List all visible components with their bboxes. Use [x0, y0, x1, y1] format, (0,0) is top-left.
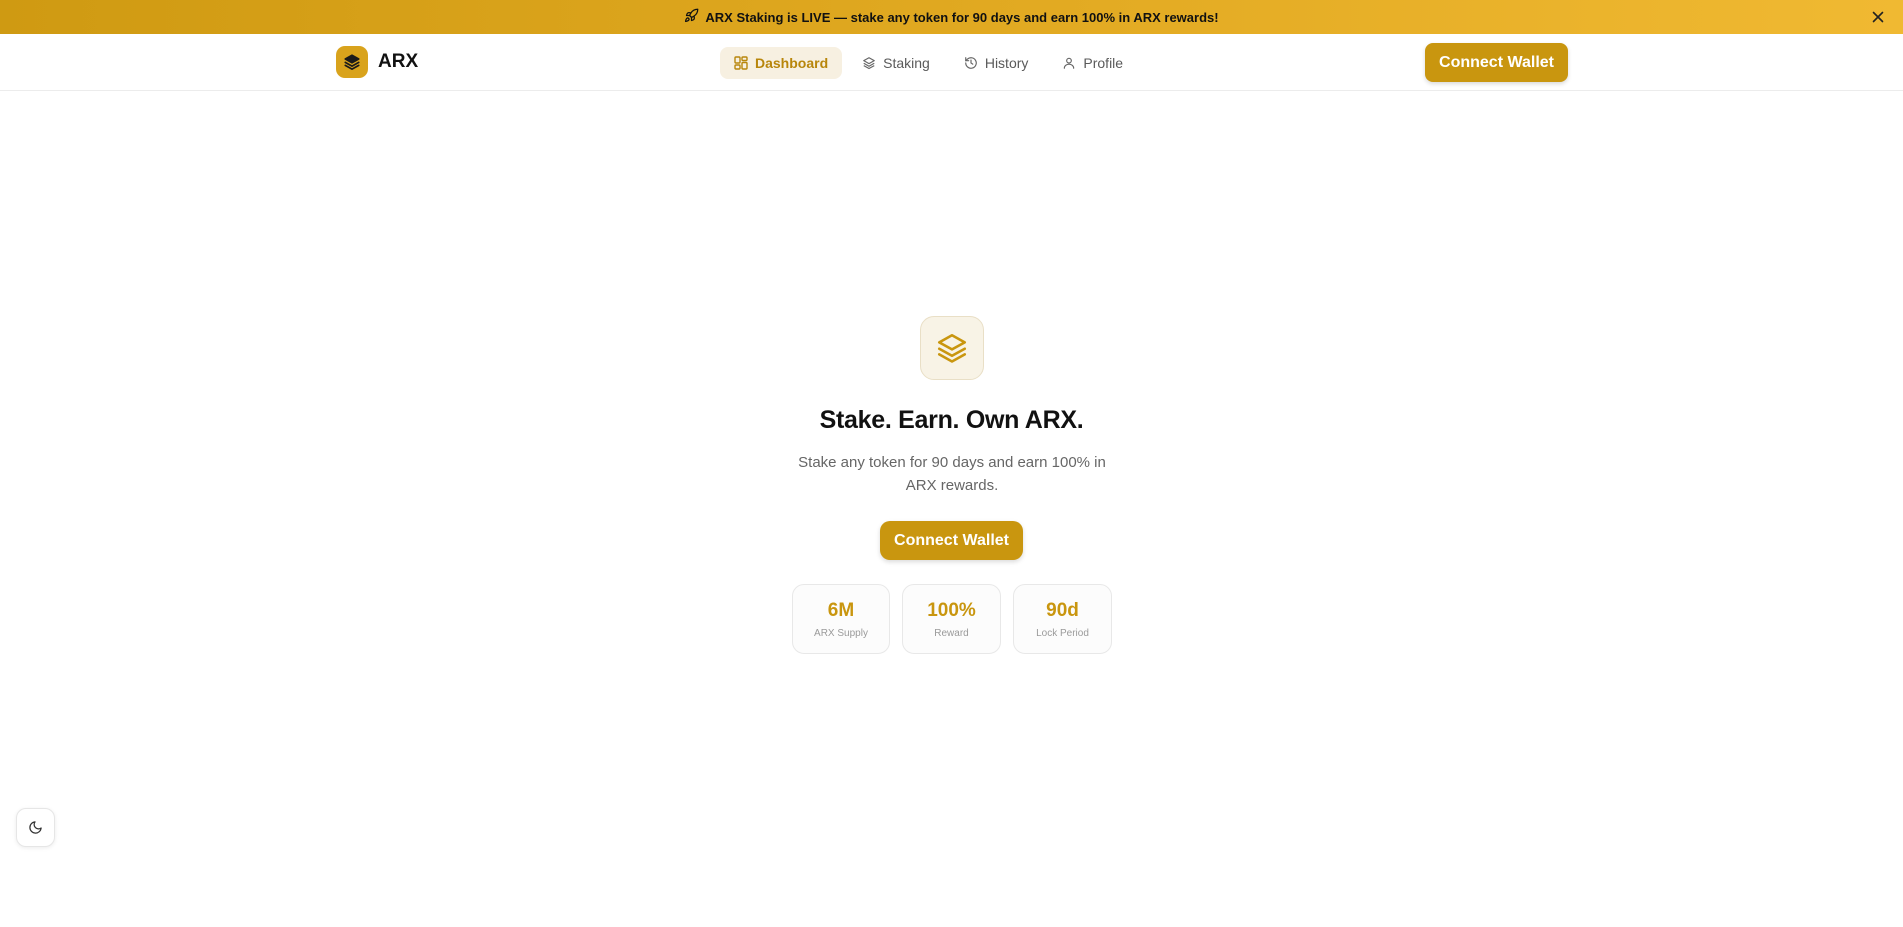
user-icon — [1064, 57, 1075, 69]
announcement-banner: ARX Staking is LIVE — stake any token fo… — [0, 0, 1903, 34]
brand[interactable]: ARX — [336, 46, 418, 78]
nav-item-dashboard[interactable]: Dashboard — [720, 47, 843, 79]
stat-value: 6M — [827, 599, 855, 621]
nav-label-dashboard: Dashboard — [755, 55, 829, 71]
nav-item-staking[interactable]: Staking — [848, 47, 944, 79]
close-banner-button[interactable] — [1869, 8, 1887, 26]
stat-card-supply: 6M ARX Supply — [792, 584, 890, 654]
rocket-icon — [684, 8, 699, 26]
close-icon — [1872, 11, 1884, 23]
stat-value: 100% — [927, 599, 976, 621]
connect-wallet-button-header[interactable]: Connect Wallet — [1425, 43, 1568, 82]
stat-card-lock-period: 90d Lock Period — [1013, 584, 1112, 654]
layers-icon — [863, 57, 875, 70]
stats-row: 6M ARX Supply 100% Reward 90d Lock Perio… — [792, 584, 1112, 654]
main-nav: Dashboard Staking History Profile — [720, 47, 1137, 79]
moon-icon — [29, 821, 42, 834]
top-header: ARX Dashboard Staking History Profile Co… — [0, 34, 1903, 91]
stat-card-reward: 100% Reward — [902, 584, 1001, 654]
nav-item-profile[interactable]: Profile — [1048, 47, 1137, 79]
brand-name: ARX — [378, 51, 419, 72]
banner-text: ARX Staking is LIVE — stake any token fo… — [705, 9, 1219, 25]
nav-item-history[interactable]: History — [950, 47, 1043, 79]
nav-label-history: History — [984, 55, 1029, 71]
stat-value: 90d — [1046, 599, 1079, 621]
layers-logo-icon — [336, 46, 368, 78]
stat-label: Lock Period — [1036, 627, 1089, 639]
stat-label: Reward — [934, 627, 969, 639]
theme-toggle-button[interactable] — [16, 808, 55, 847]
hero-title: Stake. Earn. Own ARX. — [819, 406, 1084, 434]
history-icon — [964, 57, 977, 69]
nav-label-staking: Staking — [883, 55, 930, 71]
dashboard-grid-icon — [734, 56, 748, 70]
connect-wallet-button-hero[interactable]: Connect Wallet — [880, 521, 1023, 560]
nav-label-profile: Profile — [1083, 55, 1124, 71]
banner-message: ARX Staking is LIVE — stake any token fo… — [684, 8, 1219, 26]
stat-label: ARX Supply — [814, 627, 868, 639]
layers-hero-icon — [920, 316, 984, 380]
hero-subtitle: Stake any token for 90 days and earn 100… — [798, 454, 1106, 494]
